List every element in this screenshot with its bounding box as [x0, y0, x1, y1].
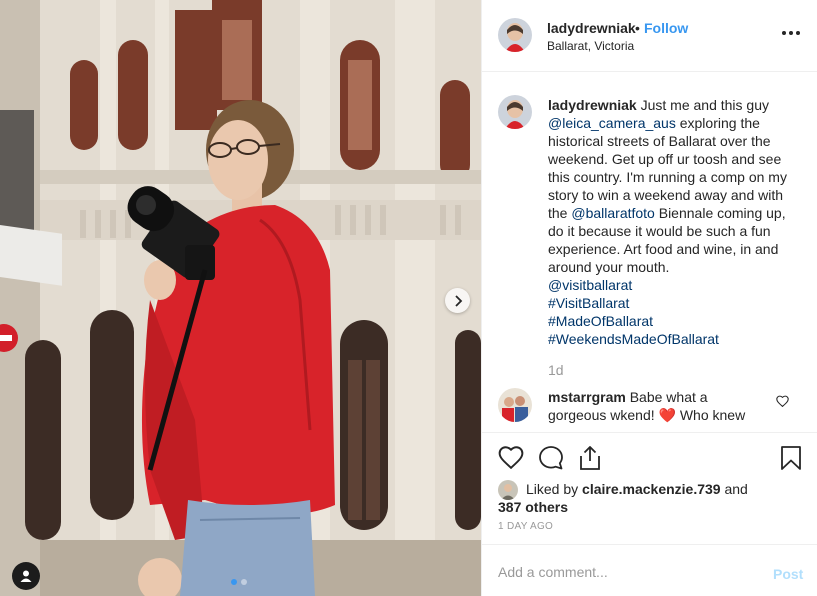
add-comment-bar: Post [482, 544, 817, 596]
follow-button[interactable]: Follow [644, 20, 688, 36]
hashtag-link[interactable]: #WeekendsMadeOfBallarat [548, 330, 798, 348]
user-tag-icon [20, 570, 32, 582]
like-comment-heart-icon[interactable] [776, 395, 789, 407]
action-bar [482, 432, 817, 482]
tagged-users-button[interactable] [12, 562, 40, 590]
photo-image [0, 0, 481, 596]
avatar[interactable] [498, 480, 518, 500]
comment-username[interactable]: mstarrgram [548, 389, 626, 405]
post-timestamp[interactable]: 1 DAY AGO [498, 521, 553, 532]
mention-link[interactable]: @visitballarat [548, 276, 798, 294]
post-comment-button[interactable]: Post [773, 566, 803, 582]
caption-age[interactable]: 1d [548, 362, 564, 378]
avatar[interactable] [498, 95, 532, 129]
post-header: ladydrewniak • Follow Ballarat, Victoria [482, 0, 817, 72]
comment-item: mstarrgram Babe what a gorgeous wkend! ❤… [548, 388, 768, 424]
carousel-next-button[interactable] [445, 288, 470, 313]
mention-link[interactable]: @ballaratfoto [571, 205, 654, 221]
post-location[interactable]: Ballarat, Victoria [547, 39, 634, 53]
likes-prefix: Liked by [526, 481, 579, 497]
post-caption: ladydrewniak Just me and this guy @leica… [548, 96, 798, 348]
hashtag-link[interactable]: #MadeOfBallarat [548, 312, 798, 330]
post-details-panel: ladydrewniak • Follow Ballarat, Victoria… [481, 0, 817, 596]
bookmark-icon[interactable] [780, 445, 802, 471]
comment-input[interactable] [498, 562, 748, 582]
comments-list[interactable]: ladydrewniak Just me and this guy @leica… [482, 72, 817, 432]
author-username[interactable]: ladydrewniak [547, 20, 636, 36]
carousel-dot-active [231, 579, 237, 585]
avatar[interactable] [498, 18, 532, 52]
comment-icon[interactable] [538, 445, 564, 471]
heart-icon[interactable] [498, 445, 524, 469]
hashtag-link[interactable]: #VisitBallarat [548, 294, 798, 312]
caption-text: Just me and this guy [640, 97, 769, 113]
likes-others-link[interactable]: 387 others [498, 498, 568, 516]
more-options-icon[interactable] [782, 31, 800, 35]
avatar[interactable] [498, 388, 532, 422]
likes-and: and [724, 481, 748, 497]
mention-link[interactable]: @leica_camera_aus [548, 115, 676, 131]
caption-username[interactable]: ladydrewniak [548, 97, 637, 113]
chevron-right-icon [454, 294, 462, 307]
carousel-dot [241, 579, 247, 585]
post-photo[interactable] [0, 0, 481, 596]
separator-dot: • [635, 20, 640, 36]
liker-username[interactable]: claire.mackenzie.739 [582, 481, 721, 497]
share-icon[interactable] [578, 445, 602, 471]
carousel-dots [231, 579, 247, 585]
